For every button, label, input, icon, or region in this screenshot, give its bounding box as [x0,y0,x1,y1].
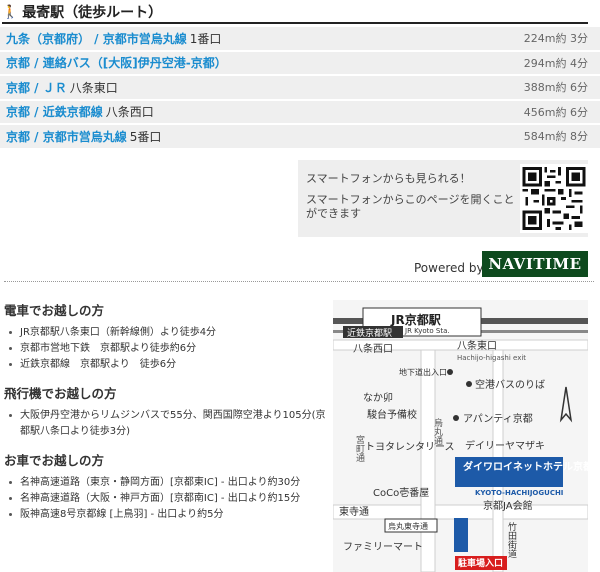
list-item: 名神高速道路（東京・静岡方面）[京都東IC] - 出口より約30分 [4,475,330,491]
map-station-en: JR Kyoto Sta. [404,327,450,335]
route-exit: 八条西口 [105,105,154,120]
map-takeda-label: 竹田街道 [506,521,517,559]
map-hotel-name: ダイワロイネットホテル京都八条口 [463,460,588,473]
map-hachijo-east: 八条東口 [457,339,497,352]
map-kintetsu-label: 近鉄京都駅 [347,327,392,339]
route-row[interactable]: 九条（京都府） / 京都市営烏丸線 1番口 224m約 3分 [0,27,600,52]
route-exit: 5番口 [129,129,162,144]
map-hotel-en: KYOTO-HACHIJOGUCHI [475,489,563,497]
map-toyota: トヨタレンタリース [365,441,455,453]
train-heading: 電車でお越しの方 [4,303,105,318]
map-hachijo-exit-en: Hachijo-higashi exit [457,354,526,362]
list-item: 近鉄京都線 京都駅より 徒歩6分 [4,357,330,373]
qr-code-icon [520,164,588,233]
divider [4,281,594,282]
route-row[interactable]: 京都 / 連絡バス（[大阪]伊丹空港-京都） 294m約 4分 [0,51,600,76]
map-underground-label: 地下道出入口 [399,367,447,377]
route-row[interactable]: 京都 / 京都市営烏丸線 5番口 584m約 8分 [0,125,600,150]
car-list: 名神高速道路（東京・静岡方面）[京都東IC] - 出口より約30分 名神高速道路… [4,475,330,523]
map-nakau: なか卯 [363,392,393,404]
route-list: 九条（京都府） / 京都市営烏丸線 1番口 224m約 3分 京都 / 連絡バス… [0,27,600,150]
map-coco: CoCo壱番屋 [373,486,429,499]
list-item: 大阪伊丹空港からリムジンバスで55分、関西国際空港より105分(京都駅八条口より… [4,408,330,440]
map-karasuma-toji: 烏丸東寺通 [388,521,428,531]
route-distance-time: 584m約 8分 [523,130,588,144]
route-exit: 八条東口 [69,80,118,95]
list-item: 阪神高速8号京都線 [上鳥羽] - 出口より約5分 [4,507,330,523]
map-sundai: 駿台予備校 [367,408,417,421]
plane-list: 大阪伊丹空港からリムジンバスで55分、関西国際空港より105分(京都駅八条口より… [4,408,330,440]
access-info: 電車でお越しの方 JR京都駅八条東口（新幹線側）より徒歩4分 京都市営地下鉄 京… [4,300,330,533]
route-link[interactable]: 京都 / 京都市営烏丸線 [6,128,127,145]
powered-by-label: Powered by [414,261,484,275]
map-station-label: JR京都駅 [390,312,442,327]
section-title-text: 最寄駅（徒歩ルート） [22,5,163,21]
map-hachijo-west: 八条西口 [353,342,393,355]
route-distance-time: 456m約 6分 [523,105,588,119]
route-distance-time: 388m約 6分 [523,81,588,95]
route-link[interactable]: 京都 / 近鉄京都線 [6,103,103,120]
access-map: JR京都駅 JR Kyoto Sta. 近鉄京都駅 八条西口 八条東口 Hach… [333,300,588,572]
route-distance-time: 224m約 3分 [523,32,588,46]
map-higashi-label: 東寺通 [339,505,369,518]
route-exit: 1番口 [189,31,222,46]
map-ja: 京都JA会館 [483,499,533,512]
route-link[interactable]: 京都 / ＪＲ [6,79,67,96]
map-daily: デイリーヤマザキ [465,439,545,452]
list-item: 名神高速道路（大阪・神戸方面）[京都南IC] - 出口より約15分 [4,491,330,507]
map-bus-label: 空港バスのりば [475,378,545,391]
qr-headline: スマートフォンからも見られる！ [306,172,471,185]
map-family: ファミリーマート [343,542,423,553]
qr-description: スマートフォンからこのページを開くことができます [306,193,515,220]
route-link[interactable]: 九条（京都府） / 京都市営烏丸線 [6,30,187,47]
smartphone-qr-panel: スマートフォンからも見られる！ スマートフォンからこのページを開くことができます [298,160,588,237]
walking-person-icon: 🚶 [2,4,19,20]
plane-heading: 飛行機でお越しの方 [4,386,117,401]
map-miyako-label: 宮町通 [354,434,365,463]
section-title: 🚶 最寄駅（徒歩ルート） [2,2,588,24]
navitime-logo[interactable]: NAVITIME [482,251,588,277]
map-apa: アパンティ京都 [463,412,533,425]
route-row[interactable]: 京都 / ＪＲ 八条東口 388m約 6分 [0,76,600,101]
route-row[interactable]: 京都 / 近鉄京都線 八条西口 456m約 6分 [0,100,600,125]
list-item: 京都市営地下鉄 京都駅より徒歩約6分 [4,341,330,357]
route-link[interactable]: 京都 / 連絡バス（[大阪]伊丹空港-京都） [6,54,227,71]
train-list: JR京都駅八条東口（新幹線側）より徒歩4分 京都市営地下鉄 京都駅より徒歩約6分… [4,325,330,373]
route-distance-time: 294m約 4分 [523,56,588,70]
list-item: JR京都駅八条東口（新幹線側）より徒歩4分 [4,325,330,341]
map-parking: 駐車場入口 [458,557,503,569]
car-heading: お車でお越しの方 [4,453,105,468]
